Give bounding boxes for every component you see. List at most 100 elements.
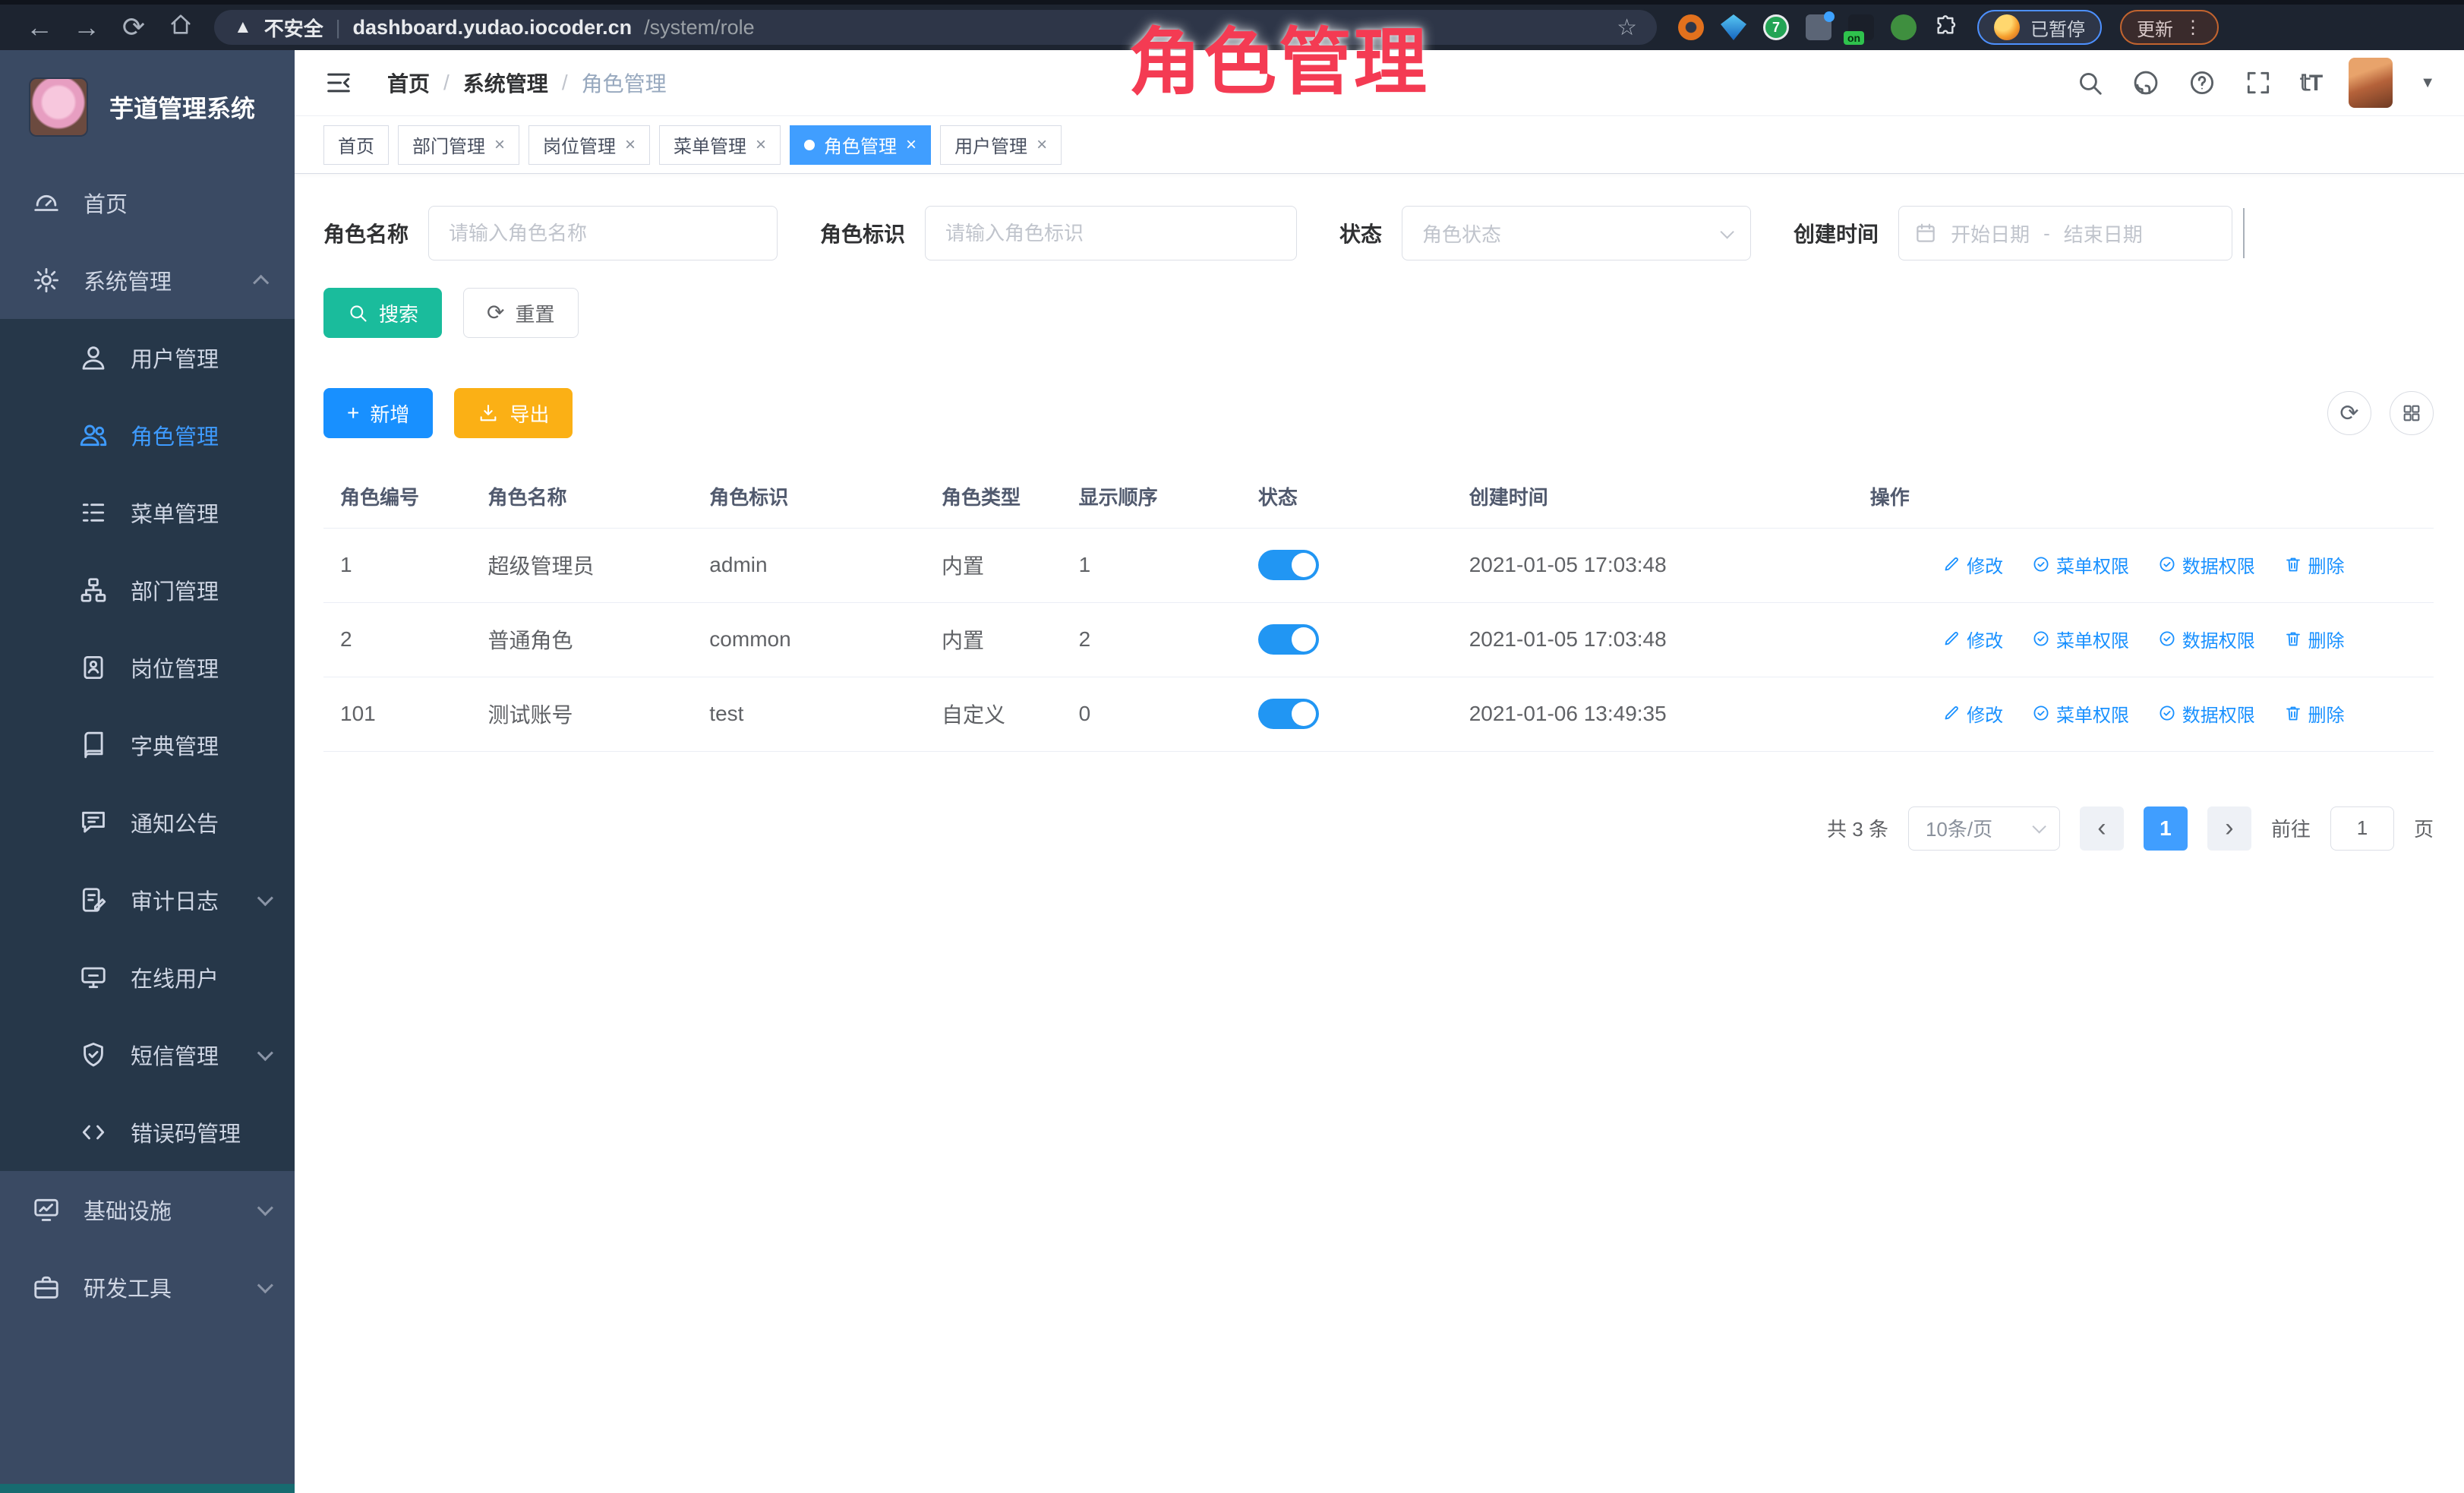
breadcrumb-home[interactable]: 首页 bbox=[387, 68, 430, 98]
help-icon[interactable] bbox=[2188, 68, 2216, 97]
add-button-label: 新增 bbox=[370, 399, 409, 428]
infra-monitor-icon bbox=[32, 1195, 61, 1224]
caret-down-icon[interactable]: ▼ bbox=[2420, 74, 2435, 92]
browser-profile-button[interactable]: 已暂停 bbox=[1977, 10, 2102, 45]
sidebar-item-dict[interactable]: 字典管理 bbox=[0, 706, 295, 784]
extension-green-icon[interactable]: 7 bbox=[1763, 14, 1789, 40]
tab-departments[interactable]: 部门管理 × bbox=[398, 125, 519, 165]
bookmark-star-icon[interactable]: ☆ bbox=[1617, 14, 1637, 41]
role-name-field[interactable] bbox=[428, 206, 778, 260]
role-key-label: 角色标识 bbox=[820, 218, 905, 248]
github-icon[interactable] bbox=[2131, 68, 2160, 97]
close-icon[interactable]: × bbox=[906, 136, 917, 154]
data-permission-link[interactable]: 数据权限 bbox=[2158, 551, 2255, 578]
sidebar-item-posts[interactable]: 岗位管理 bbox=[0, 629, 295, 706]
role-key-field[interactable] bbox=[925, 206, 1297, 260]
sidebar-item-label: 角色管理 bbox=[131, 419, 219, 451]
sidebar-item-departments[interactable]: 部门管理 bbox=[0, 551, 295, 629]
sidebar-item-roles[interactable]: 角色管理 bbox=[0, 396, 295, 474]
browser-toolbar: ← → ⟳ ▲ 不安全 | dashboard.yudao.iocoder.cn… bbox=[0, 0, 2464, 50]
data-permission-label: 数据权限 bbox=[2182, 700, 2255, 727]
add-button[interactable]: + 新增 bbox=[323, 388, 433, 438]
prev-page-button[interactable]: ‹ bbox=[2080, 806, 2124, 851]
breadcrumb-section[interactable]: 系统管理 bbox=[463, 68, 548, 98]
edit-link[interactable]: 修改 bbox=[1942, 551, 2003, 578]
goto-page-input[interactable] bbox=[2330, 806, 2394, 851]
col-status: 状态 bbox=[1241, 466, 1453, 528]
column-settings-button[interactable] bbox=[2390, 391, 2434, 435]
sidebar-item-menus[interactable]: 菜单管理 bbox=[0, 474, 295, 551]
menu-permission-link[interactable]: 菜单权限 bbox=[2032, 700, 2129, 727]
menu-permission-link[interactable]: 菜单权限 bbox=[2032, 626, 2129, 652]
sidebar-item-sms[interactable]: 短信管理 bbox=[0, 1016, 295, 1094]
browser-back-icon[interactable]: ← bbox=[20, 11, 59, 43]
chevron-down-icon bbox=[257, 1200, 273, 1216]
sidebar-item-notice[interactable]: 通知公告 bbox=[0, 784, 295, 861]
sidebar-item-dev-tools[interactable]: 研发工具 bbox=[0, 1248, 295, 1326]
browser-home-icon[interactable] bbox=[161, 11, 200, 44]
data-permission-link[interactable]: 数据权限 bbox=[2158, 626, 2255, 652]
close-icon[interactable]: × bbox=[756, 136, 766, 154]
tab-roles[interactable]: 角色管理 × bbox=[790, 125, 931, 165]
edit-label: 修改 bbox=[1967, 551, 2003, 578]
edit-icon bbox=[1942, 555, 1961, 573]
close-icon[interactable]: × bbox=[625, 136, 636, 154]
browser-forward-icon[interactable]: → bbox=[67, 11, 106, 43]
user-avatar[interactable] bbox=[2349, 58, 2393, 108]
extensions-puzzle-icon[interactable] bbox=[1933, 14, 1958, 42]
sidebar-item-home[interactable]: 首页 bbox=[0, 164, 295, 241]
role-name-input[interactable] bbox=[449, 222, 757, 245]
sidebar-item-audit-log[interactable]: 审计日志 bbox=[0, 861, 295, 939]
page-number-1[interactable]: 1 bbox=[2144, 806, 2188, 851]
fullscreen-icon[interactable] bbox=[2244, 68, 2273, 97]
breadcrumb: 首页 / 系统管理 / 角色管理 bbox=[387, 68, 667, 98]
role-key-input[interactable] bbox=[945, 222, 1276, 245]
delete-link[interactable]: 删除 bbox=[2284, 626, 2345, 652]
browser-menu-kebab-icon[interactable]: ⋮ bbox=[2184, 17, 2202, 39]
extension-gray-icon[interactable] bbox=[1806, 14, 1831, 40]
sidebar-item-infrastructure[interactable]: 基础设施 bbox=[0, 1171, 295, 1248]
extension-orange-icon[interactable] bbox=[1678, 14, 1704, 40]
page-size-select[interactable]: 10条/页 bbox=[1908, 806, 2060, 851]
sidebar-item-error-codes[interactable]: 错误码管理 bbox=[0, 1094, 295, 1171]
next-page-button[interactable]: › bbox=[2207, 806, 2251, 851]
extension-gem-icon[interactable] bbox=[1721, 14, 1746, 40]
browser-update-button[interactable]: 更新 ⋮ bbox=[2120, 10, 2219, 45]
goto-label: 前往 bbox=[2271, 814, 2311, 842]
extension-dark-icon[interactable]: on bbox=[1848, 14, 1874, 40]
tab-posts[interactable]: 岗位管理 × bbox=[528, 125, 650, 165]
menu-permission-link[interactable]: 菜单权限 bbox=[2032, 551, 2129, 578]
status-toggle[interactable] bbox=[1258, 550, 1319, 580]
sidebar-item-system[interactable]: 系统管理 bbox=[0, 241, 295, 319]
export-button[interactable]: 导出 bbox=[454, 388, 573, 438]
search-button[interactable]: 搜索 bbox=[323, 288, 442, 338]
delete-link[interactable]: 删除 bbox=[2284, 551, 2345, 578]
address-bar[interactable]: ▲ 不安全 | dashboard.yudao.iocoder.cn /syst… bbox=[214, 10, 1657, 45]
data-permission-link[interactable]: 数据权限 bbox=[2158, 700, 2255, 727]
tab-label: 角色管理 bbox=[824, 131, 897, 158]
close-icon[interactable]: × bbox=[1036, 136, 1047, 154]
tab-home[interactable]: 首页 bbox=[323, 125, 389, 165]
date-range-picker[interactable]: 开始日期 - 结束日期 bbox=[1898, 206, 2232, 260]
tab-users[interactable]: 用户管理 × bbox=[940, 125, 1062, 165]
sidebar-item-users[interactable]: 用户管理 bbox=[0, 319, 295, 396]
status-toggle[interactable] bbox=[1258, 624, 1319, 655]
tab-menus[interactable]: 菜单管理 × bbox=[659, 125, 781, 165]
font-size-icon[interactable]: 𝕥T bbox=[2300, 70, 2321, 96]
cell-role-type: 内置 bbox=[925, 602, 1062, 677]
browser-reload-icon[interactable]: ⟳ bbox=[114, 11, 153, 43]
search-icon[interactable] bbox=[2075, 68, 2104, 97]
sidebar-logo[interactable]: 芋道管理系统 bbox=[0, 50, 295, 164]
status-select[interactable]: 角色状态 bbox=[1402, 206, 1751, 260]
close-icon[interactable]: × bbox=[494, 136, 505, 154]
refresh-table-button[interactable]: ⟳ bbox=[2327, 391, 2371, 435]
extension-monkey-icon[interactable] bbox=[1891, 14, 1917, 40]
sidebar-item-online-users[interactable]: 在线用户 bbox=[0, 939, 295, 1016]
sidebar-item-label: 系统管理 bbox=[84, 264, 172, 296]
status-toggle[interactable] bbox=[1258, 699, 1319, 729]
hamburger-icon[interactable] bbox=[323, 68, 354, 98]
delete-link[interactable]: 删除 bbox=[2284, 700, 2345, 727]
edit-link[interactable]: 修改 bbox=[1942, 700, 2003, 727]
reset-button[interactable]: ⟳ 重置 bbox=[463, 288, 578, 338]
edit-link[interactable]: 修改 bbox=[1942, 626, 2003, 652]
